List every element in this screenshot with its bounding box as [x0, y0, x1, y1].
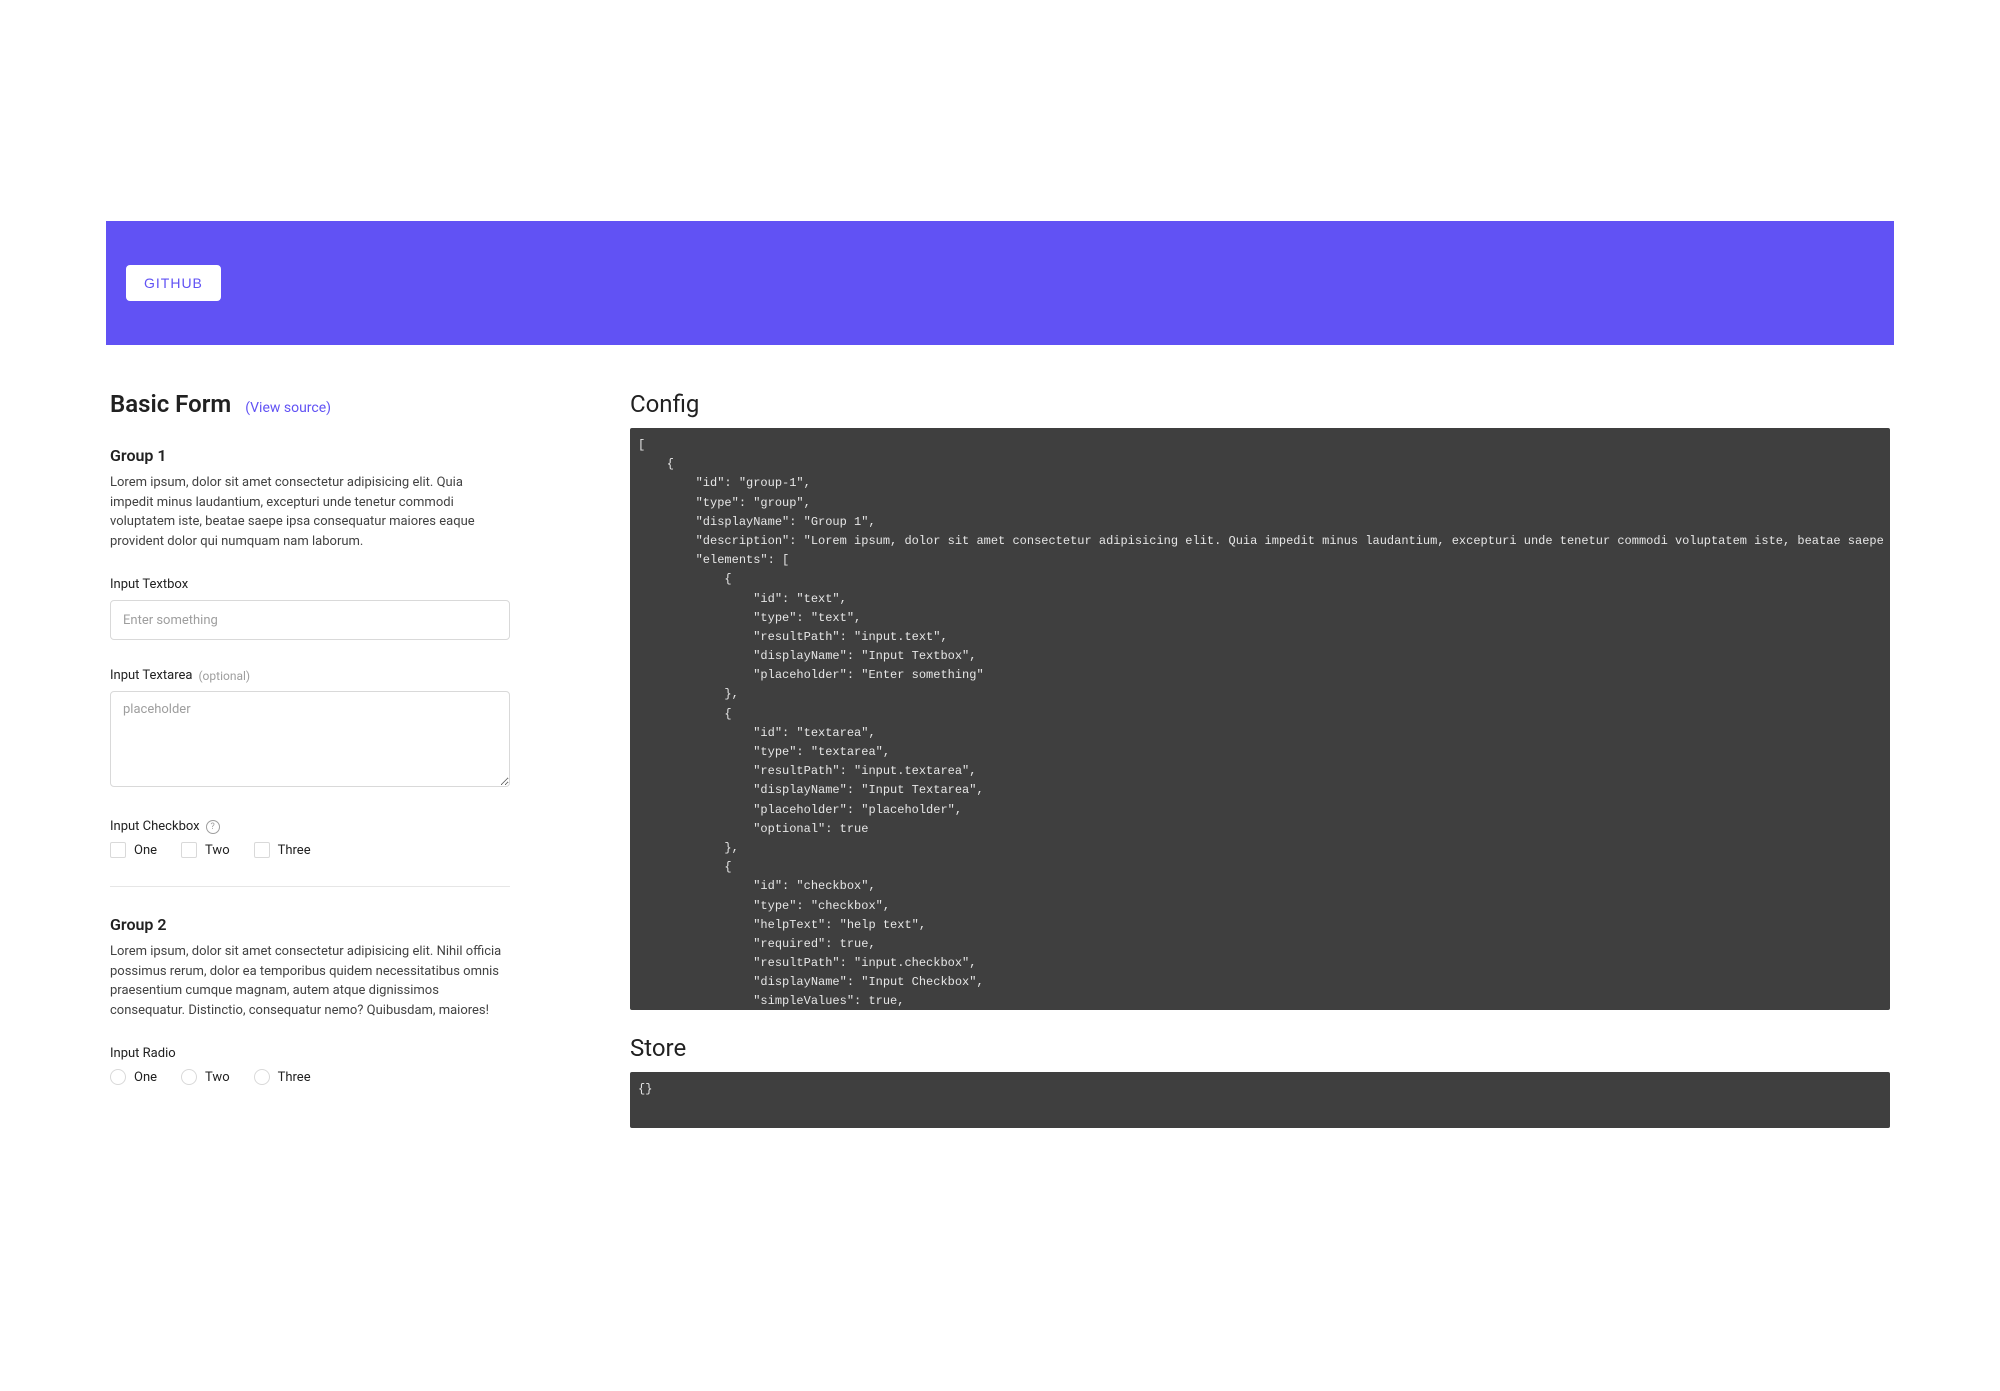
radio-option-one[interactable]: One [110, 1069, 157, 1085]
radio-option-label: One [134, 1070, 157, 1085]
checkbox-option-one[interactable]: One [110, 842, 157, 858]
textarea-optional-tag: (optional) [198, 669, 250, 683]
panels-column: Config [ { "id": "group-1", "type": "gro… [630, 390, 1890, 1152]
radio-option-two[interactable]: Two [181, 1069, 230, 1085]
checkbox-box-icon [254, 842, 270, 858]
github-button[interactable]: GITHUB [126, 265, 221, 301]
group1-description: Lorem ipsum, dolor sit amet consectetur … [110, 473, 505, 551]
page-title: Basic Form [110, 390, 231, 418]
checkbox-box-icon [181, 842, 197, 858]
page-title-row: Basic Form (View source) [110, 390, 560, 418]
view-source-link[interactable]: (View source) [245, 400, 331, 416]
radio-circle-icon [181, 1069, 197, 1085]
header-bar: GITHUB [106, 221, 1894, 345]
radio-circle-icon [254, 1069, 270, 1085]
group2-description: Lorem ipsum, dolor sit amet consectetur … [110, 942, 505, 1020]
group2-title: Group 2 [110, 915, 560, 934]
checkbox-group: One Two Three [110, 842, 560, 858]
checkbox-option-label: Three [278, 843, 311, 858]
help-icon[interactable]: ? [206, 820, 220, 834]
checkbox-box-icon [110, 842, 126, 858]
form-column: Basic Form (View source) Group 1 Lorem i… [110, 390, 560, 1152]
checkbox-option-three[interactable]: Three [254, 842, 311, 858]
textarea-label-row: Input Textarea (optional) [110, 668, 560, 683]
radio-option-label: Two [205, 1070, 230, 1085]
radio-group: One Two Three [110, 1069, 560, 1085]
content-area: Basic Form (View source) Group 1 Lorem i… [110, 390, 1890, 1152]
viewport: GITHUB Basic Form (View source) Group 1 … [0, 0, 2000, 1391]
textbox-input[interactable] [110, 600, 510, 640]
textbox-label: Input Textbox [110, 577, 560, 592]
textarea-input[interactable] [110, 691, 510, 787]
radio-option-label: Three [278, 1070, 311, 1085]
store-panel-title: Store [630, 1034, 1890, 1062]
checkbox-option-label: One [134, 843, 157, 858]
group-divider [110, 886, 510, 887]
radio-circle-icon [110, 1069, 126, 1085]
checkbox-label-row: Input Checkbox ? [110, 819, 560, 834]
checkbox-option-two[interactable]: Two [181, 842, 230, 858]
radio-option-three[interactable]: Three [254, 1069, 311, 1085]
checkbox-label: Input Checkbox [110, 819, 200, 834]
textarea-label: Input Textarea [110, 668, 192, 683]
group1-title: Group 1 [110, 446, 560, 465]
radio-label: Input Radio [110, 1046, 560, 1061]
store-code-panel[interactable]: {} [630, 1072, 1890, 1128]
checkbox-option-label: Two [205, 843, 230, 858]
config-code-panel[interactable]: [ { "id": "group-1", "type": "group", "d… [630, 428, 1890, 1010]
config-panel-title: Config [630, 390, 1890, 418]
